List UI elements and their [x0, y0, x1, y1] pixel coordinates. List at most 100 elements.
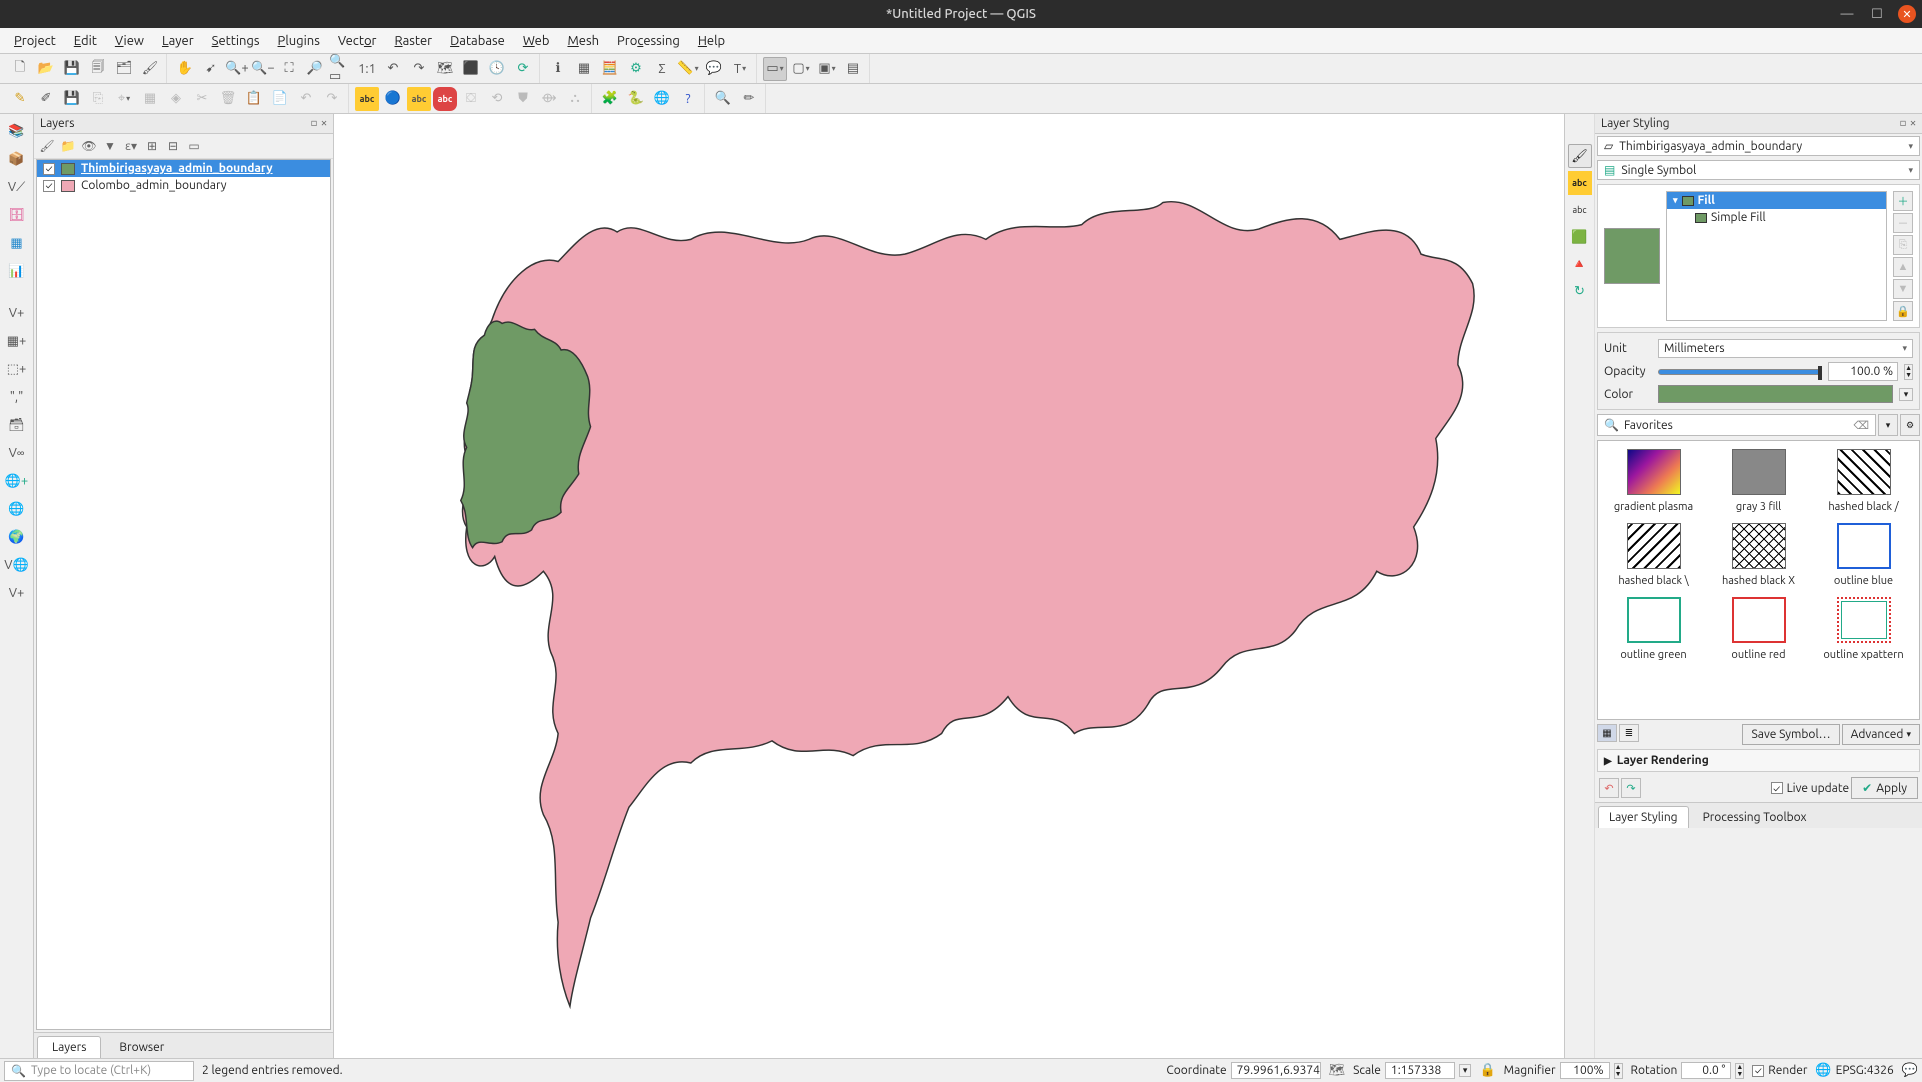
favorite-outline-red[interactable]: outline red: [1711, 597, 1806, 661]
symbol-favorites-grid[interactable]: gradient plasma gray 3 fill hashed black…: [1597, 440, 1920, 720]
collapse-icon[interactable]: ▾: [1673, 195, 1678, 206]
extents-icon[interactable]: 🗺: [1329, 1063, 1346, 1078]
favorite-outline-xpattern[interactable]: outline xpattern: [1816, 597, 1911, 661]
opacity-slider[interactable]: [1658, 369, 1822, 375]
symbol-tree-fill[interactable]: ▾ Fill: [1667, 192, 1886, 209]
identify-icon[interactable]: ℹ: [546, 57, 570, 81]
clear-search-icon[interactable]: ⌫: [1853, 419, 1869, 432]
wfs-layer-icon[interactable]: V🌐: [3, 552, 31, 578]
window-minimize-button[interactable]: —: [1838, 5, 1856, 23]
vector-create-icon[interactable]: V+: [3, 300, 31, 326]
advanced-button[interactable]: Advanced▾: [1842, 724, 1920, 745]
refresh-icon[interactable]: ⟳: [511, 57, 535, 81]
measure-icon[interactable]: 📏▾: [676, 57, 700, 81]
undo-icon[interactable]: ↷: [320, 87, 344, 111]
zoom-selection-icon[interactable]: 🔎: [303, 57, 327, 81]
zoom-full-icon[interactable]: ⛶: [277, 57, 301, 81]
layer-checkbox[interactable]: ✓: [43, 163, 55, 175]
layer-list[interactable]: ✓ Thimbirigasyaya_admin_boundary ✓ Colom…: [36, 159, 331, 1030]
lock-scale-icon[interactable]: 🔒: [1479, 1063, 1495, 1078]
open-project-icon[interactable]: 📂: [34, 57, 58, 81]
attribute-table-icon[interactable]: ▦: [572, 57, 596, 81]
style-manager-icon[interactable]: 🖌: [138, 57, 162, 81]
label-props-icon[interactable]: ⟴: [537, 87, 561, 111]
diagrams-tab-icon[interactable]: 🔺: [1568, 252, 1592, 276]
duplicate-symbol-layer-button[interactable]: ⎘: [1893, 235, 1913, 255]
favorite-hashed-backslash[interactable]: hashed black \: [1606, 523, 1701, 587]
select-by-value-icon[interactable]: ▢▾: [789, 57, 813, 81]
add-feature-icon[interactable]: ⎘: [86, 87, 110, 111]
new-geopackage-icon[interactable]: 📦: [3, 146, 31, 172]
arcgis-layer-icon[interactable]: V+: [3, 580, 31, 606]
menu-view[interactable]: View: [107, 31, 152, 51]
wcs-layer-icon[interactable]: 🌐: [3, 496, 31, 522]
digitize-icon[interactable]: ⌖▾: [112, 87, 136, 111]
python-console-icon[interactable]: 🐍: [624, 87, 648, 111]
scale-caret-icon[interactable]: ▾: [1459, 1064, 1472, 1077]
layer-item-thimbirigasyaya[interactable]: ✓ Thimbirigasyaya_admin_boundary: [37, 160, 330, 177]
layer-collapse-icon[interactable]: ⊟: [164, 137, 182, 155]
deselect-icon[interactable]: ▣▾: [815, 57, 839, 81]
menu-settings[interactable]: Settings: [204, 31, 268, 51]
label-highlight-icon[interactable]: abc: [407, 87, 431, 111]
zoom-out-icon[interactable]: 🔍−: [251, 57, 275, 81]
messages-icon[interactable]: 💬: [1902, 1063, 1918, 1078]
modify-attrs-icon[interactable]: ✂: [190, 87, 214, 111]
grid-view-icon[interactable]: ▦: [1597, 724, 1617, 742]
new-3d-view-icon[interactable]: ⬛: [459, 57, 483, 81]
favorite-outline-green[interactable]: outline green: [1606, 597, 1701, 661]
temporal-icon[interactable]: 🕓: [485, 57, 509, 81]
undock-panel-icon[interactable]: ◻: [311, 118, 317, 129]
render-checkbox[interactable]: ✓ Render: [1752, 1064, 1807, 1077]
close-panel-icon[interactable]: ✕: [321, 118, 327, 129]
plugin-manager-icon[interactable]: 🧩: [598, 87, 622, 111]
favorite-hashed-slash[interactable]: hashed black /: [1816, 449, 1911, 513]
field-calc-icon[interactable]: 🧮: [598, 57, 622, 81]
menu-database[interactable]: Database: [442, 31, 513, 51]
layer-item-colombo[interactable]: ✓ Colombo_admin_boundary: [37, 177, 330, 194]
move-up-button[interactable]: ▲: [1893, 257, 1913, 277]
list-view-icon[interactable]: ≣: [1619, 724, 1639, 742]
favorite-hashed-x[interactable]: hashed black X: [1711, 523, 1806, 587]
map-tips-icon[interactable]: 💬: [702, 57, 726, 81]
menu-plugins[interactable]: Plugins: [270, 31, 328, 51]
spin-down-icon[interactable]: ▼: [1905, 372, 1912, 379]
processing-edit-icon[interactable]: ✏: [737, 87, 761, 111]
window-maximize-button[interactable]: ☐: [1868, 5, 1886, 23]
rotation-field[interactable]: 0.0 °: [1681, 1062, 1731, 1079]
undo-style-icon[interactable]: ↶: [1599, 778, 1619, 798]
copy-icon[interactable]: 📄: [268, 87, 292, 111]
vertex-tool-icon[interactable]: ◈: [164, 87, 188, 111]
new-memory-icon[interactable]: ▦: [3, 230, 31, 256]
new-layout-icon[interactable]: 🗐: [86, 57, 110, 81]
label-pin-icon[interactable]: abc: [433, 87, 457, 111]
menu-vector[interactable]: Vector: [330, 31, 385, 51]
save-project-icon[interactable]: 💾: [60, 57, 84, 81]
color-picker[interactable]: [1658, 385, 1893, 403]
new-map-view-icon[interactable]: 🗺: [433, 57, 457, 81]
styling-layer-select[interactable]: ▱ Thimbirigasyaya_admin_boundary ▾: [1597, 136, 1920, 156]
layer-add-group-icon[interactable]: 📁: [59, 137, 77, 155]
layer-rendering-section[interactable]: ▶ Layer Rendering: [1597, 749, 1920, 772]
new-shapefile-icon[interactable]: V⟋: [3, 174, 31, 200]
rotate-label-icon[interactable]: ⟲: [485, 87, 509, 111]
magnifier-field[interactable]: 100%: [1560, 1062, 1610, 1079]
scale-field[interactable]: 1:157338: [1385, 1062, 1455, 1079]
menu-help[interactable]: Help: [690, 31, 733, 51]
new-virtual-icon[interactable]: 📊: [3, 258, 31, 284]
unit-select[interactable]: Millimeters ▾: [1658, 339, 1913, 358]
tab-layer-styling[interactable]: Layer Styling: [1598, 806, 1689, 828]
remove-symbol-layer-button[interactable]: －: [1893, 213, 1913, 233]
opacity-spinbox[interactable]: 100.0 %: [1828, 362, 1898, 381]
raster-create-icon[interactable]: ▦+: [3, 328, 31, 354]
diagram-icon[interactable]: 🔵: [381, 87, 405, 111]
toolbox-icon[interactable]: ⚙: [624, 57, 648, 81]
live-update-checkbox[interactable]: ✓ Live update: [1771, 782, 1850, 795]
zoom-next-icon[interactable]: ↷: [407, 57, 431, 81]
move-down-button[interactable]: ▼: [1893, 279, 1913, 299]
delimited-text-icon[interactable]: ",": [3, 384, 31, 410]
symbology-tab-icon[interactable]: 🖌: [1568, 144, 1592, 168]
zoom-native-icon[interactable]: 1:1: [355, 57, 379, 81]
statistics-icon[interactable]: Σ: [650, 57, 674, 81]
undock-styling-icon[interactable]: ◻: [1900, 118, 1906, 129]
